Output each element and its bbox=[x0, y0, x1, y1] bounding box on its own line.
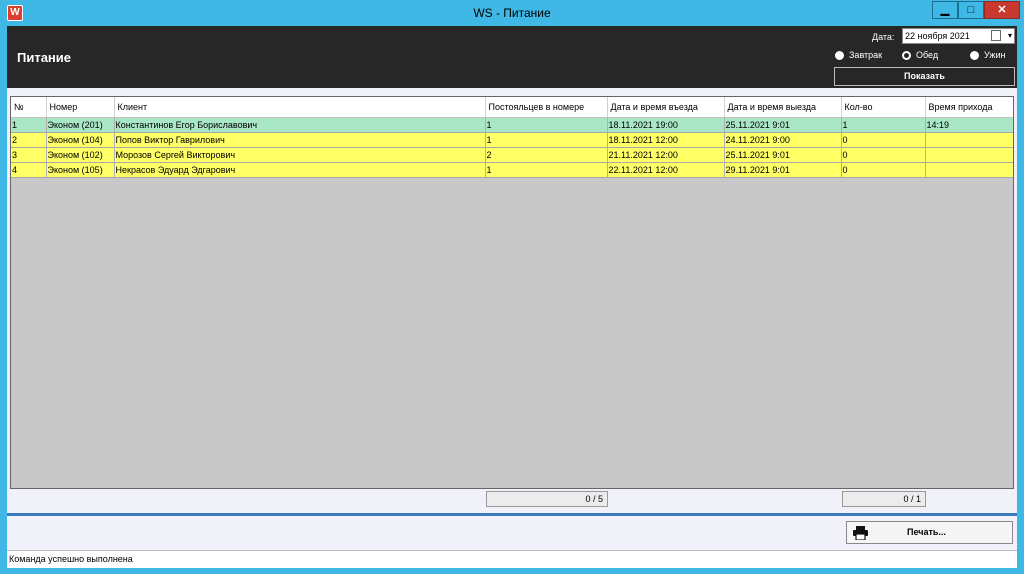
radio-label: Завтрак bbox=[849, 50, 883, 60]
table-header-row: № Номер Клиент Постояльцев в номере Дата… bbox=[11, 97, 1013, 118]
cell-count: 0 bbox=[841, 147, 926, 163]
cell-client: Некрасов Эдуард Эдгарович bbox=[114, 162, 486, 178]
cell-room: Эконом (102) bbox=[46, 147, 115, 163]
cell-number: 1 bbox=[11, 117, 47, 133]
printer-icon bbox=[853, 526, 868, 540]
radio-label: Обед bbox=[916, 50, 939, 60]
column-header-checkin[interactable]: Дата и время въезда bbox=[607, 97, 725, 118]
show-button[interactable]: Показать bbox=[834, 67, 1015, 86]
cell-count: 1 bbox=[841, 117, 926, 133]
cell-number: 3 bbox=[11, 147, 47, 163]
radio-lunch[interactable]: Обед bbox=[902, 50, 952, 62]
guest-table[interactable]: № Номер Клиент Постояльцев в номере Дата… bbox=[10, 96, 1014, 489]
cell-checkin: 18.11.2021 12:00 bbox=[607, 132, 725, 148]
cell-room: Эконом (105) bbox=[46, 162, 115, 178]
date-value: 22 ноября 2021 bbox=[905, 31, 970, 41]
window-title: WS - Питание bbox=[473, 6, 551, 20]
cell-checkout: 29.11.2021 9:01 bbox=[724, 162, 842, 178]
cell-checkin: 22.11.2021 12:00 bbox=[607, 162, 725, 178]
column-header-residents[interactable]: Постояльцев в номере bbox=[485, 97, 608, 118]
cell-residents: 2 bbox=[485, 147, 608, 163]
residents-counter: 0 / 5 bbox=[486, 491, 608, 507]
date-label: Дата: bbox=[872, 32, 895, 42]
column-header-room[interactable]: Номер bbox=[46, 97, 115, 118]
cell-checkin: 21.11.2021 12:00 bbox=[607, 147, 725, 163]
calendar-icon[interactable] bbox=[991, 30, 1001, 41]
separator-line bbox=[7, 513, 1017, 516]
radio-label: Ужин bbox=[984, 50, 1006, 60]
cell-number: 4 bbox=[11, 162, 47, 178]
page-title: Питание bbox=[17, 50, 72, 65]
table-row[interactable]: 3 Эконом (102) Морозов Сергей Викторович… bbox=[11, 147, 1013, 163]
count-counter: 0 / 1 bbox=[842, 491, 926, 507]
radio-dinner[interactable]: Ужин bbox=[970, 50, 1015, 62]
dropdown-arrow-icon[interactable]: ▾ bbox=[1008, 29, 1012, 43]
cell-checkout: 25.11.2021 9:01 bbox=[724, 147, 842, 163]
column-header-checkout[interactable]: Дата и время выезда bbox=[724, 97, 842, 118]
column-header-client[interactable]: Клиент bbox=[114, 97, 486, 118]
cell-checkout: 24.11.2021 9:00 bbox=[724, 132, 842, 148]
radio-icon bbox=[835, 51, 844, 60]
radio-breakfast[interactable]: Завтрак bbox=[835, 50, 895, 62]
cell-room: Эконом (201) bbox=[46, 117, 115, 133]
cell-room: Эконом (104) bbox=[46, 132, 115, 148]
cell-arrival-time: 14:19 bbox=[925, 117, 1013, 133]
status-bar: Команда успешно выполнена bbox=[7, 550, 1017, 568]
cell-number: 2 bbox=[11, 132, 47, 148]
radio-icon bbox=[970, 51, 979, 60]
column-header-number[interactable]: № bbox=[11, 97, 47, 118]
cell-arrival-time bbox=[925, 132, 1013, 148]
main-panel: № Номер Клиент Постояльцев в номере Дата… bbox=[7, 88, 1017, 568]
cell-client: Константинов Егор Бориславович bbox=[114, 117, 486, 133]
minimize-button[interactable]: ▁ bbox=[932, 1, 958, 19]
cell-client: Морозов Сергей Викторович bbox=[114, 147, 486, 163]
table-row[interactable]: 4 Эконом (105) Некрасов Эдуард Эдгарович… bbox=[11, 162, 1013, 178]
print-button[interactable]: Печать... bbox=[846, 521, 1013, 544]
radio-selected-icon bbox=[902, 51, 911, 60]
date-picker[interactable]: 22 ноября 2021 ▾ bbox=[902, 28, 1015, 44]
cell-residents: 1 bbox=[485, 162, 608, 178]
cell-residents: 1 bbox=[485, 132, 608, 148]
cell-residents: 1 bbox=[485, 117, 608, 133]
cell-client: Попов Виктор Гаврилович bbox=[114, 132, 486, 148]
table-row[interactable]: 2 Эконом (104) Попов Виктор Гаврилович 1… bbox=[11, 132, 1013, 148]
print-button-label: Печать... bbox=[907, 527, 946, 537]
table-row[interactable]: 1 Эконом (201) Константинов Егор Борисла… bbox=[11, 117, 1013, 133]
header-panel: Питание Дата: 22 ноября 2021 ▾ Завтрак О… bbox=[7, 26, 1017, 88]
column-header-count[interactable]: Кол-во bbox=[841, 97, 926, 118]
cell-count: 0 bbox=[841, 162, 926, 178]
cell-count: 0 bbox=[841, 132, 926, 148]
close-button[interactable]: ✕ bbox=[984, 1, 1020, 19]
maximize-button[interactable]: □ bbox=[958, 1, 984, 19]
cell-checkin: 18.11.2021 19:00 bbox=[607, 117, 725, 133]
cell-checkout: 25.11.2021 9:01 bbox=[724, 117, 842, 133]
column-header-arrival-time[interactable]: Время прихода bbox=[925, 97, 1013, 118]
cell-arrival-time bbox=[925, 162, 1013, 178]
cell-arrival-time bbox=[925, 147, 1013, 163]
title-bar: W WS - Питание ▁ □ ✕ bbox=[0, 0, 1024, 26]
